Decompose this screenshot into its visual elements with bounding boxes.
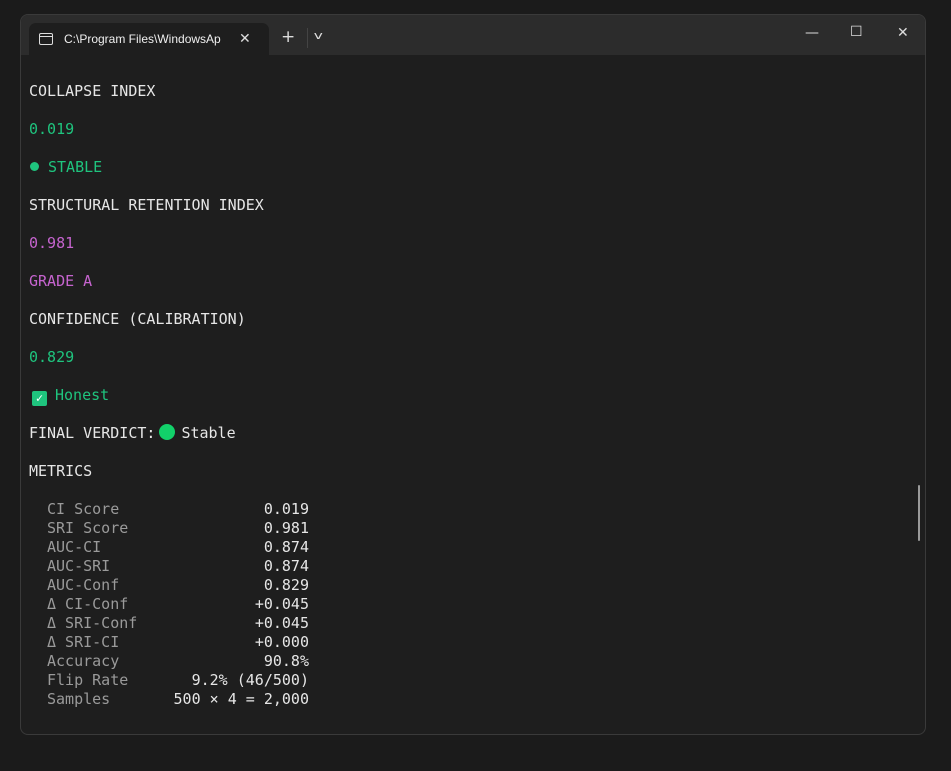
title-bar: C:\Program Files\WindowsAp ✕ + v — ☐ ✕ [21,15,925,55]
metric-row: Δ SRI-CI +0.000 [47,633,309,651]
divider [307,28,308,48]
collapse-status-text: STABLE [48,158,103,176]
metric-row: AUC-CI 0.874 [47,538,309,556]
checkmark-icon: ✓ [32,391,47,406]
collapse-heading: COLLAPSE INDEX [29,82,156,100]
terminal-icon [39,33,53,45]
terminal-output[interactable]: COLLAPSE INDEX 0.019 STABLE STRUCTURAL R… [29,55,925,734]
metric-label: Δ SRI-Conf [47,614,138,632]
metric-value: 0.829 [263,576,309,594]
metric-label: SRI Score [47,519,129,537]
metric-value: 0.874 [263,557,309,575]
metric-row: Δ SRI-Conf +0.045 [47,614,309,632]
sri-heading: STRUCTURAL RETENTION INDEX [29,196,264,214]
metric-label: Samples [47,690,111,708]
metric-value: 500 × 4 = 2,000 [173,690,309,708]
metric-row: Accuracy 90.8% [47,652,309,670]
metric-row: SRI Score 0.981 [47,519,309,537]
metric-value: 90.8% [263,652,309,670]
maximize-button[interactable]: ☐ [850,24,863,40]
verdict-value: Stable [181,424,236,442]
metric-label: Flip Rate [47,671,129,689]
verdict-label: FINAL VERDICT: [29,424,156,442]
metric-row: Samples 500 × 4 = 2,000 [47,690,309,708]
new-tab-button[interactable]: + [281,27,295,47]
close-tab-icon[interactable]: ✕ [239,31,251,47]
sri-value: 0.981 [29,234,75,252]
collapse-value: 0.019 [29,120,75,138]
terminal-tab[interactable]: C:\Program Files\WindowsAp ✕ [29,23,269,55]
sri-grade: GRADE A [29,272,93,290]
metric-value: 9.2% (46/500) [191,671,309,689]
metric-label: Δ CI-Conf [47,595,129,613]
metric-label: CI Score [47,500,120,518]
metric-row: AUC-SRI 0.874 [47,557,309,575]
metric-value: +0.000 [254,633,309,651]
metric-label: AUC-Conf [47,576,120,594]
metric-label: Δ SRI-CI [47,633,120,651]
metric-value: +0.045 [254,595,309,613]
collapse-status: STABLE [29,158,102,176]
metric-value: 0.874 [263,538,309,556]
chevron-down-icon[interactable]: v [314,29,323,42]
terminal-window: C:\Program Files\WindowsAp ✕ + v — ☐ ✕ C… [20,14,926,735]
conf-status: ✓ Honest [29,386,109,406]
metric-label: AUC-CI [47,538,102,556]
metric-value: 0.019 [263,500,309,518]
metrics-heading: METRICS [29,462,93,480]
tab-title: C:\Program Files\WindowsAp [64,32,221,46]
metric-row: AUC-Conf 0.829 [47,576,309,594]
conf-value: 0.829 [29,348,75,366]
status-dot-icon [30,162,39,171]
green-circle-icon [159,424,176,440]
metric-row: Flip Rate 9.2% (46/500) [47,671,309,689]
conf-status-text: Honest [55,386,110,404]
metric-label: Accuracy [47,652,120,670]
minimize-button[interactable]: — [805,25,819,41]
scrollbar[interactable] [918,485,920,541]
conf-heading: CONFIDENCE (CALIBRATION) [29,310,246,328]
metric-value: 0.981 [263,519,309,537]
final-verdict: FINAL VERDICT: Stable [29,424,236,442]
metric-label: AUC-SRI [47,557,111,575]
metric-row: CI Score 0.019 [47,500,309,518]
metric-row: Δ CI-Conf +0.045 [47,595,309,613]
metric-value: +0.045 [254,614,309,632]
close-window-button[interactable]: ✕ [897,25,909,41]
